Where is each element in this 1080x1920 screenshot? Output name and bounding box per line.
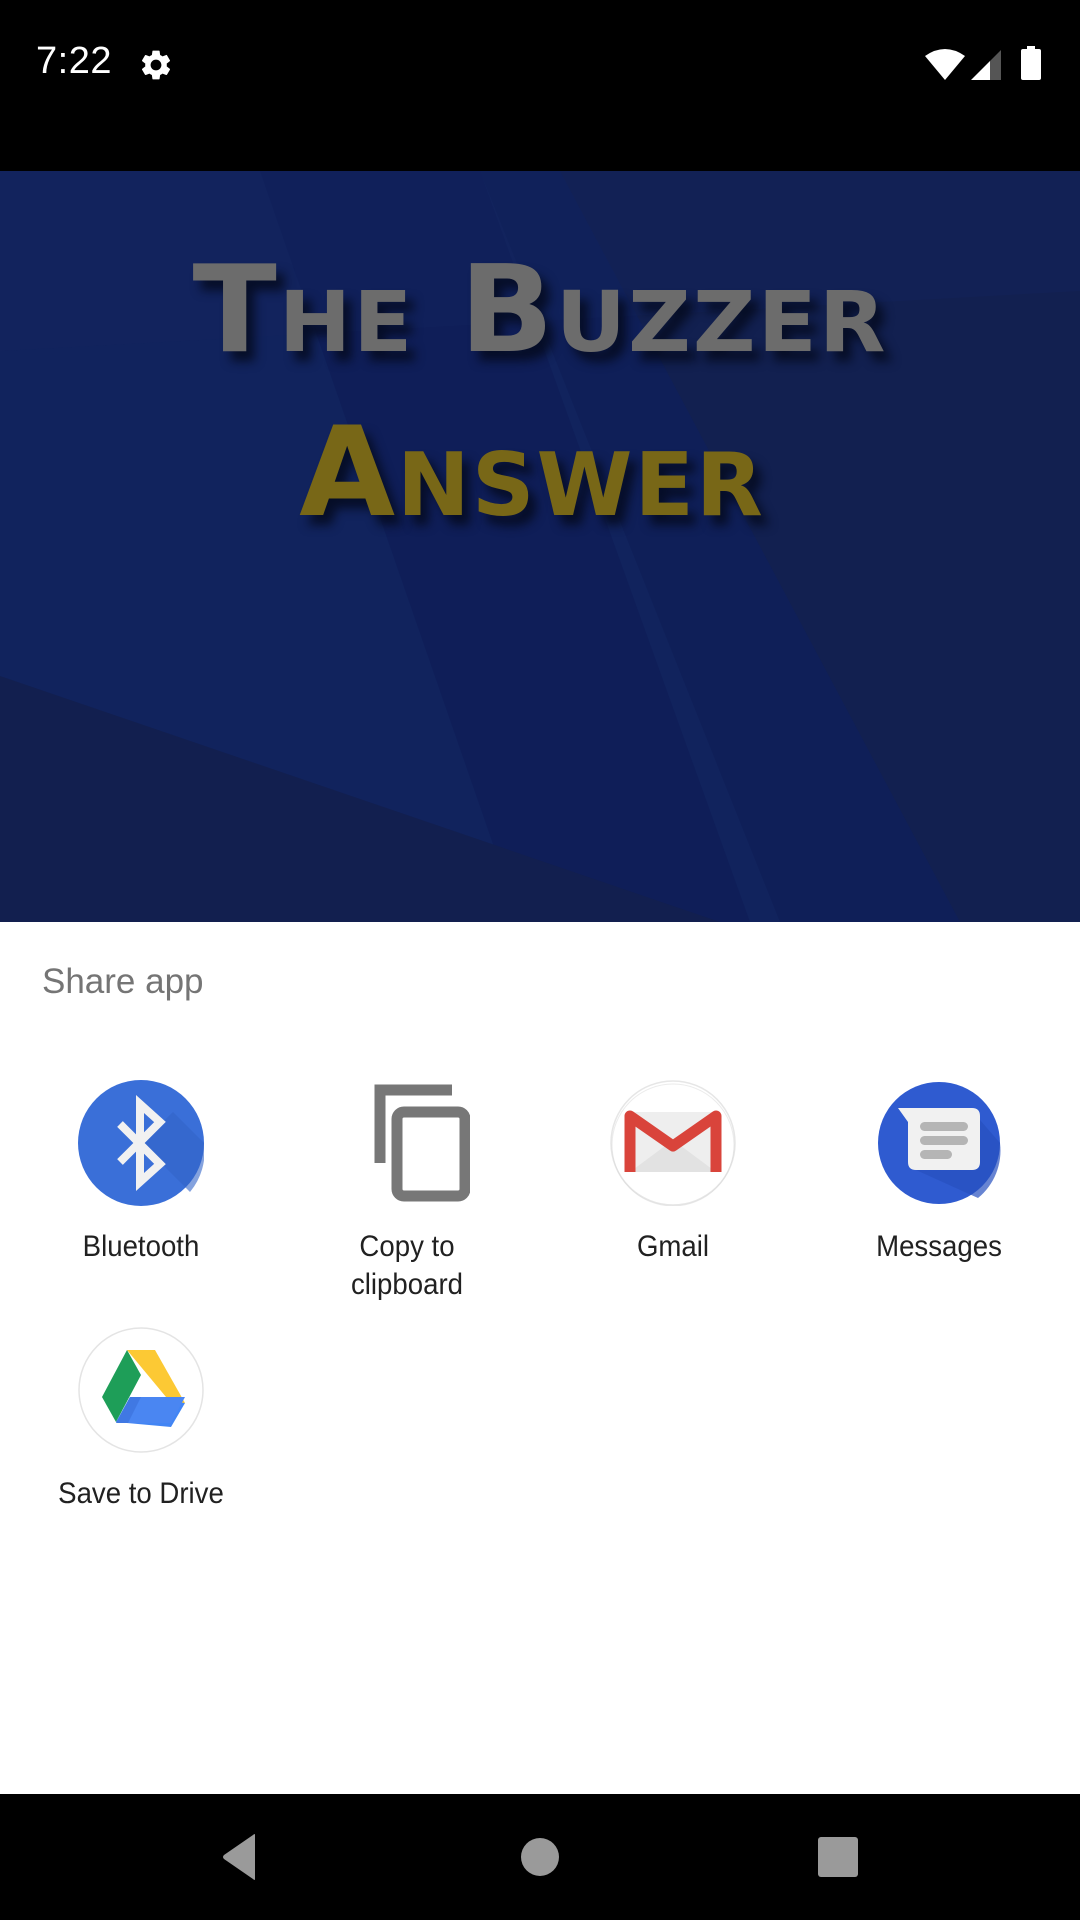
wifi-icon bbox=[925, 49, 965, 80]
label-line-2: clipboard bbox=[350, 1268, 464, 1301]
share-sheet: Share app Bluetooth Copy to clipboard Gm… bbox=[0, 922, 1080, 1794]
navigation-bar bbox=[0, 1794, 1080, 1920]
cell-signal-icon bbox=[971, 50, 1001, 80]
messages-icon bbox=[878, 1082, 1001, 1204]
share-target-messages[interactable]: Messages bbox=[806, 1080, 1072, 1266]
back-button[interactable] bbox=[212, 1830, 266, 1884]
screen: 7:22 The Buzzer Answer Share app Bluetoo… bbox=[0, 0, 1080, 1920]
banner-title-line2: Answer bbox=[299, 401, 765, 545]
app-banner: The Buzzer Answer bbox=[0, 171, 1080, 922]
recents-button[interactable] bbox=[811, 1830, 865, 1884]
home-button[interactable] bbox=[513, 1830, 567, 1884]
share-target-save-to-drive[interactable]: Save to Drive bbox=[8, 1327, 274, 1513]
bluetooth-icon bbox=[78, 1080, 205, 1206]
share-target-label: Messages bbox=[876, 1230, 1002, 1263]
battery-icon bbox=[1021, 46, 1041, 80]
banner-title-line1: The Buzzer bbox=[192, 241, 888, 380]
copy-icon bbox=[374, 1084, 471, 1202]
gmail-icon bbox=[610, 1080, 736, 1207]
share-target-label: Copy to clipboard bbox=[285, 1228, 530, 1304]
share-target-copy-to-clipboard[interactable]: Copy to clipboard bbox=[274, 1080, 540, 1304]
share-target-label: Bluetooth bbox=[82, 1230, 200, 1263]
gear-icon bbox=[141, 50, 171, 80]
share-target-label: Save to Drive bbox=[58, 1477, 224, 1510]
label-line-1: Copy to bbox=[359, 1230, 455, 1263]
status-time: 7:22 bbox=[36, 40, 112, 82]
status-bar: 7:22 bbox=[0, 0, 1080, 171]
drive-icon bbox=[78, 1327, 204, 1453]
share-target-gmail[interactable]: Gmail bbox=[540, 1080, 806, 1266]
share-target-bluetooth[interactable]: Bluetooth bbox=[8, 1080, 274, 1266]
share-target-label: Gmail bbox=[636, 1230, 710, 1263]
share-sheet-title: Share app bbox=[42, 962, 204, 1001]
